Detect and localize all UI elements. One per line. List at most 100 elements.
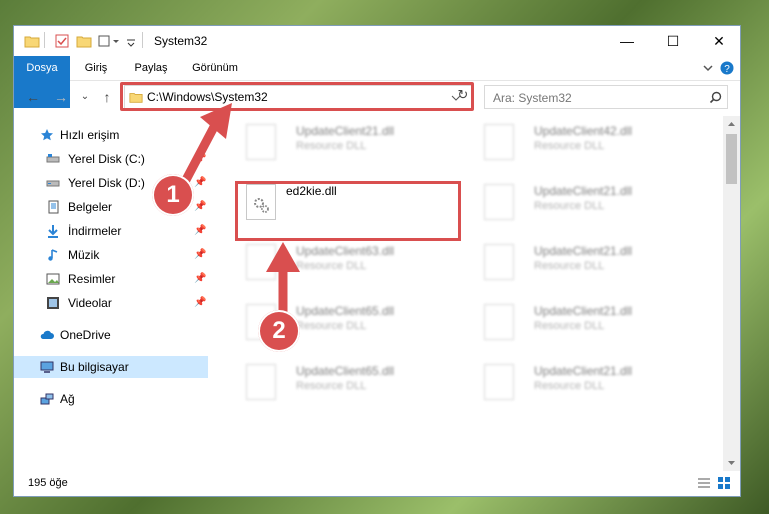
arrow-left-icon: ← <box>26 89 40 105</box>
dll-file-icon <box>484 304 514 340</box>
step-badge-2: 2 <box>258 310 300 352</box>
file-type: Resource DLL <box>296 380 367 392</box>
file-name: UpdateClient21.dll <box>296 124 395 138</box>
tab-share[interactable]: Paylaş <box>126 56 176 80</box>
sidebar-item-this-pc[interactable]: Bu bilgisayar <box>14 356 208 378</box>
pin-icon[interactable]: 📌 <box>194 268 206 290</box>
svg-text:?: ? <box>724 64 730 75</box>
sidebar-item-label: Belgeler <box>68 200 113 214</box>
recent-locations-button[interactable]: ⌄ <box>76 88 94 106</box>
sidebar-item-pictures[interactable]: Resimler 📌 <box>14 268 208 290</box>
sidebar-item-music[interactable]: Müzik 📌 <box>14 244 208 266</box>
folder-icon[interactable] <box>24 33 40 49</box>
chevron-down-icon[interactable] <box>126 33 136 49</box>
minimize-button[interactable]: — <box>604 26 650 56</box>
file-type: Resource DLL <box>534 140 605 152</box>
list-item[interactable]: UpdateClient65.dll Resource DLL <box>236 356 456 408</box>
file-type: Resource DLL <box>534 320 605 332</box>
search-placeholder: Ara: System32 <box>493 91 572 105</box>
list-item[interactable]: UpdateClient21.dll Resource DLL <box>474 356 694 408</box>
scrollbar-thumb[interactable] <box>726 134 737 184</box>
star-icon <box>41 129 53 141</box>
arrow-right-icon: → <box>54 89 68 105</box>
large-icons-view-icon[interactable] <box>717 476 731 490</box>
chevron-up-icon[interactable] <box>727 120 736 128</box>
close-button[interactable]: ✕ <box>696 26 740 56</box>
up-button[interactable]: ↑ <box>98 88 116 106</box>
item-count: 195 öğe <box>28 477 68 489</box>
file-name: UpdateClient65.dll <box>296 364 395 378</box>
chevron-down-icon: ⌄ <box>80 91 90 102</box>
cloud-icon <box>40 330 54 339</box>
ribbon-tabs: Dosya Giriş Paylaş Görünüm ? <box>14 56 740 108</box>
dll-file-icon <box>484 364 514 400</box>
network-icon <box>40 393 54 405</box>
explorer-window: System32 — ☐ ✕ Dosya Giriş Paylaş Görünü… <box>13 25 741 497</box>
file-type: Resource DLL <box>534 380 605 392</box>
sidebar-item-label: Hızlı erişim <box>60 128 120 142</box>
dll-file-icon <box>246 364 276 400</box>
sidebar-item-downloads[interactable]: İndirmeler 📌 <box>14 220 208 242</box>
video-icon <box>47 297 59 309</box>
sidebar-item-label: Videolar <box>68 296 112 310</box>
window-title: System32 <box>154 34 208 48</box>
sidebar-item-videos[interactable]: Videolar 📌 <box>14 292 208 314</box>
file-name: UpdateClient21.dll <box>534 364 633 378</box>
navigation-bar: ← → ⌄ ↑ C:\Windows\System32 ↻ Ara: Syste… <box>14 81 740 115</box>
details-view-icon[interactable] <box>697 476 711 490</box>
back-button[interactable]: ← <box>24 88 42 106</box>
sidebar-item-label: Müzik <box>68 248 100 262</box>
sidebar-item-label: Yerel Disk (C:) <box>68 152 145 166</box>
forward-button[interactable]: → <box>52 88 70 106</box>
arrow-up-icon: ↑ <box>103 89 111 105</box>
file-name: UpdateClient21.dll <box>534 304 633 318</box>
properties-icon[interactable] <box>54 33 70 49</box>
list-item[interactable]: UpdateClient21.dll Resource DLL <box>474 296 694 348</box>
help-icon[interactable]: ? <box>720 61 734 75</box>
chevron-down-icon[interactable] <box>702 62 714 74</box>
tab-view[interactable]: Görünüm <box>186 56 244 80</box>
list-item[interactable]: UpdateClient21.dll Resource DLL <box>236 116 456 168</box>
pin-icon[interactable]: 📌 <box>194 244 206 266</box>
dll-file-icon <box>484 244 514 280</box>
list-item[interactable]: UpdateClient21.dll Resource DLL <box>474 236 694 288</box>
sidebar-item-network[interactable]: Ağ <box>14 388 208 410</box>
sidebar-item-label: İndirmeler <box>68 224 122 238</box>
download-icon <box>48 225 58 238</box>
vertical-scrollbar[interactable] <box>723 116 740 471</box>
pin-icon[interactable]: 📌 <box>194 292 206 314</box>
file-name: UpdateClient65.dll <box>296 304 395 318</box>
drive-icon <box>46 180 60 187</box>
tab-home[interactable]: Giriş <box>76 56 116 80</box>
music-icon <box>48 249 58 261</box>
step-badge-1: 1 <box>152 174 194 216</box>
file-highlight-box <box>235 181 461 241</box>
sidebar-item-label: Yerel Disk (D:) <box>68 176 145 190</box>
file-type: Resource DLL <box>534 200 605 212</box>
computer-icon <box>40 361 54 373</box>
file-name: UpdateClient63.dll <box>296 244 395 258</box>
separator <box>44 32 45 48</box>
pin-icon[interactable]: 📌 <box>194 220 206 242</box>
file-name: UpdateClient21.dll <box>534 184 633 198</box>
separator <box>142 32 143 48</box>
search-input[interactable]: Ara: System32 <box>484 85 728 109</box>
list-item[interactable]: UpdateClient42.dll Resource DLL <box>474 116 694 168</box>
pictures-icon <box>46 273 60 285</box>
sidebar-item-label: Bu bilgisayar <box>60 360 129 374</box>
file-type: Resource DLL <box>534 260 605 272</box>
minimize-icon: — <box>620 33 634 49</box>
close-icon: ✕ <box>713 32 725 49</box>
customize-toolbar-icon[interactable] <box>98 33 120 49</box>
maximize-icon: ☐ <box>666 32 680 49</box>
documents-icon <box>48 200 59 214</box>
new-folder-icon[interactable] <box>76 33 92 49</box>
sidebar-item-onedrive[interactable]: OneDrive <box>14 324 208 346</box>
dll-file-icon <box>484 184 514 220</box>
list-item[interactable]: UpdateClient21.dll Resource DLL <box>474 176 694 228</box>
file-name: UpdateClient21.dll <box>534 244 633 258</box>
maximize-button[interactable]: ☐ <box>650 26 696 56</box>
file-name: UpdateClient42.dll <box>534 124 633 138</box>
title-bar: System32 — ☐ ✕ <box>14 26 740 56</box>
chevron-down-icon[interactable] <box>727 459 736 467</box>
